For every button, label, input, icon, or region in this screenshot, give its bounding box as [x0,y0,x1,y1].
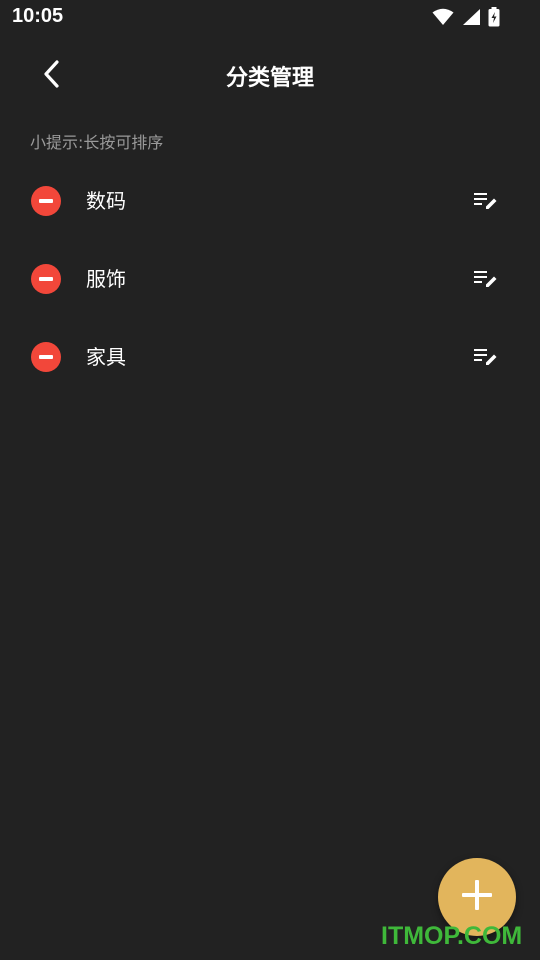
remove-circle-icon[interactable] [31,264,61,294]
watermark: ITMOP.COM [381,922,523,950]
edit-list-icon[interactable] [470,186,502,216]
status-time: 10:05 [12,5,64,27]
status-bar: 10:05 [0,0,540,36]
wifi-icon [432,8,454,30]
list-item[interactable]: 服饰 [0,240,540,318]
category-label: 数码 [86,189,126,213]
app-bar: 分类管理 [0,40,540,112]
sort-hint: 小提示:长按可排序 [30,133,164,152]
category-label: 家具 [86,345,126,369]
category-list: 数码 服饰 家具 [0,162,540,396]
status-icons [432,7,500,31]
edit-list-icon[interactable] [470,342,502,372]
page-title: 分类管理 [225,66,314,91]
battery-charging-icon [488,7,500,31]
list-item[interactable]: 家具 [0,318,540,396]
list-item[interactable]: 数码 [0,162,540,240]
category-label: 服饰 [86,267,126,291]
remove-circle-icon[interactable] [31,342,61,372]
plus-icon [460,878,494,916]
signal-icon [461,8,481,30]
remove-circle-icon[interactable] [31,186,61,216]
edit-list-icon[interactable] [470,264,502,294]
